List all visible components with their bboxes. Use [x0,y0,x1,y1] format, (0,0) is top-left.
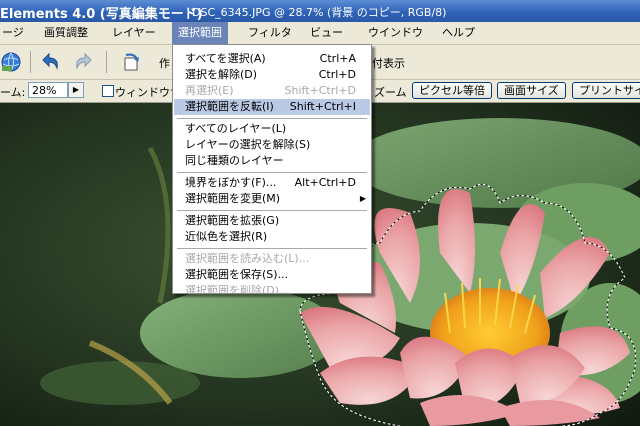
zoom-arrow-icon[interactable]: ▶ [68,82,84,98]
menu-help[interactable]: ヘルプ [436,22,481,44]
menu-layer[interactable]: レイヤー [106,22,162,44]
menu-enhance[interactable]: 画質調整 [38,22,94,44]
chevron-right-icon: ▶ [359,194,366,203]
zoom-all-label: ズーム [374,86,407,99]
menu-item-inverse[interactable]: 選択範囲を反転(I) Shift+Ctrl+I [174,99,370,115]
create-button-label[interactable]: 作 [159,55,170,71]
resize-window-checkbox[interactable] [102,85,114,97]
rotate-icon[interactable] [120,51,142,73]
title-bar: Elements 4.0 (写真編集モード) DSC_6345.JPG @ 28… [0,0,640,22]
menu-item-save-selection[interactable]: 選択範囲を保存(S)... [174,267,370,283]
zoom-label: ーム: [0,86,26,99]
menu-filter[interactable]: フィルタ [242,22,298,44]
menu-page[interactable]: ージ [0,22,30,44]
toolbar-divider [30,51,31,73]
redo-icon[interactable] [72,51,94,73]
undo-icon[interactable] [40,51,62,73]
menu-item-load-selection[interactable]: 選択範囲を読み込む(L)... [174,251,370,267]
menu-separator [177,118,367,119]
menu-item-modify[interactable]: 選択範囲を変更(M) ▶ [174,191,370,207]
menu-separator [177,172,367,173]
menu-item-similar-layers[interactable]: 同じ種類のレイヤー [174,153,370,169]
display-label[interactable]: 付表示 [372,55,405,71]
fit-screen-button[interactable]: 画面サイズ [497,82,566,99]
menu-item-similar[interactable]: 近似色を選択(R) [174,229,370,245]
menu-item-all-layers[interactable]: すべてのレイヤー(L) [174,121,370,137]
actual-pixels-button[interactable]: ピクセル等倍 [412,82,492,99]
menu-view[interactable]: ビュー [304,22,349,44]
menu-item-feather[interactable]: 境界をぼかす(F)... Alt+Ctrl+D [174,175,370,191]
app-title: Elements 4.0 (写真編集モード) [0,7,203,22]
menu-bar: ージ 画質調整 レイヤー 選択範囲 フィルタ ビュー ウインドウ ヘルプ [0,22,640,45]
menu-separator [177,248,367,249]
select-dropdown-menu: すべてを選択(A) Ctrl+A 選択を解除(D) Ctrl+D 再選択(E) Shi… [172,44,372,294]
menu-item-grow[interactable]: 選択範囲を拡張(G) [174,213,370,229]
toolbar-divider [106,51,107,73]
document-title: DSC_6345.JPG @ 28.7% (背景 のコピー, RGB/8) [192,6,447,19]
menu-window[interactable]: ウインドウ [362,22,429,44]
menu-item-deselect[interactable]: 選択を解除(D) Ctrl+D [174,67,370,83]
zoom-input[interactable]: 28% [28,82,68,98]
menu-item-deselect-layers[interactable]: レイヤーの選択を解除(S) [174,137,370,153]
menu-item-delete-selection[interactable]: 選択範囲を削除(D)... [174,283,370,293]
print-size-button[interactable]: プリントサイズ [572,82,640,99]
globe-icon[interactable] [0,51,22,73]
menu-item-reselect[interactable]: 再選択(E) Shift+Ctrl+D [174,83,370,99]
menu-item-select-all[interactable]: すべてを選択(A) Ctrl+A [174,51,370,67]
menu-select[interactable]: 選択範囲 [172,22,228,44]
menu-separator [177,210,367,211]
